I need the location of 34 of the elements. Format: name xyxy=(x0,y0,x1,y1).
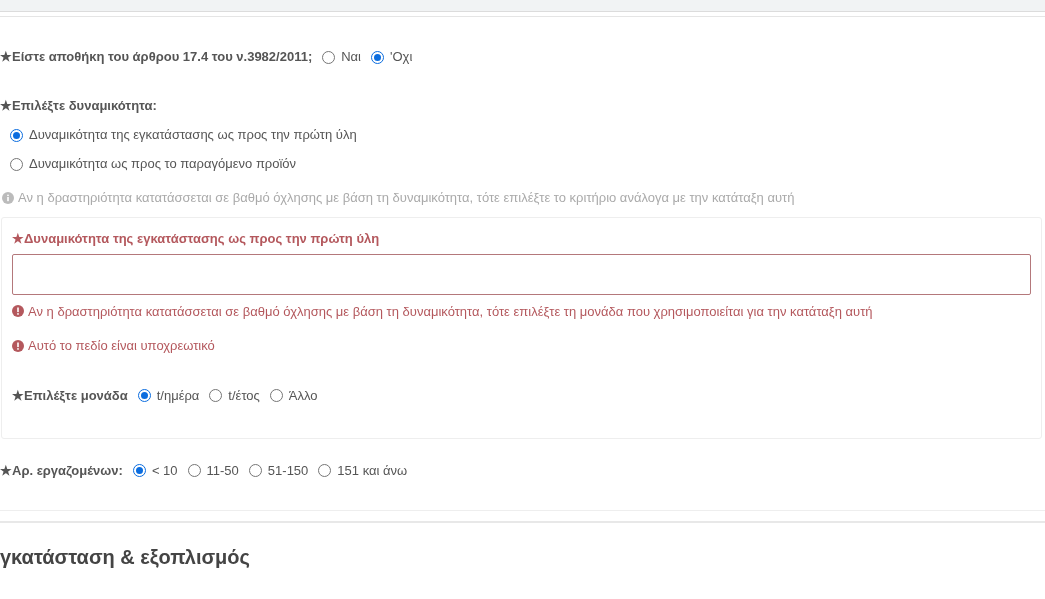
radio-button[interactable] xyxy=(137,389,151,402)
radio-option[interactable]: t/έτος xyxy=(209,385,260,406)
radio-button[interactable] xyxy=(10,128,23,142)
radio-option[interactable]: Δυναμικότητα ως προς το παραγόμενο προϊόν xyxy=(10,155,1045,173)
radio-option[interactable]: 'Οχι xyxy=(371,47,413,67)
error-message: Αυτό το πεδίο είναι υποχρεωτικό xyxy=(28,337,215,355)
radio-option[interactable]: Άλλο xyxy=(269,385,318,406)
hint-text: Αν η δραστηριότητα κατατάσσεται σε βαθμό όχλησης με βάση τη δυναμικότητα, τότε επιλέξτε το κριτήριο ανάλογα με την κατάταξη αυτή xyxy=(18,189,795,207)
radio-button[interactable] xyxy=(318,464,332,477)
radio-option[interactable]: t/ημέρα xyxy=(137,385,200,406)
radio-button[interactable] xyxy=(322,50,336,64)
radio-button[interactable] xyxy=(10,157,23,171)
section-heading: γκατάσταση & εξοπλισμός xyxy=(0,544,251,570)
radio-option[interactable]: Ναι xyxy=(322,47,361,67)
radio-button[interactable] xyxy=(209,389,223,402)
question-label: ★Επιλέξτε δυναμικότητα: xyxy=(0,97,158,114)
radio-option[interactable]: 11-50 xyxy=(187,460,239,481)
question-label: ★Αρ. εργαζομένων: xyxy=(0,461,123,480)
radio-button[interactable] xyxy=(132,464,146,477)
radio-button[interactable] xyxy=(248,464,262,477)
help-text: Αν η δραστηριότητα κατατάσσεται σε βαθμό όχλησης με βάση τη δυναμικότητα, τότε επιλέξτε τη μονάδα που χρησιμοποιείται για την κατάταξη αυτή xyxy=(28,302,873,321)
radio-button[interactable] xyxy=(371,50,384,64)
radio-button[interactable] xyxy=(187,464,201,477)
field-label: ★Δυναμικότητα της εγκατάστασης ως προς την πρώτη ύλη xyxy=(12,229,381,247)
alert-icon xyxy=(12,305,24,318)
radio-option[interactable]: < 10 xyxy=(132,460,178,481)
radio-option[interactable]: Δυναμικότητα της εγκατάστασης ως προς την πρώτη ύλη xyxy=(10,126,1045,144)
radio-option[interactable]: 51-150 xyxy=(248,460,309,481)
radio-button[interactable] xyxy=(269,389,283,402)
radio-option[interactable]: 151 και άνω xyxy=(318,460,408,481)
unit-label: ★Επιλέξτε μονάδα xyxy=(12,386,128,405)
alert-icon xyxy=(12,339,24,352)
input-field[interactable] xyxy=(12,253,1031,295)
question-label: ★Είστε αποθήκη του άρθρου 17.4 του ν.3982/2011; xyxy=(0,48,313,67)
